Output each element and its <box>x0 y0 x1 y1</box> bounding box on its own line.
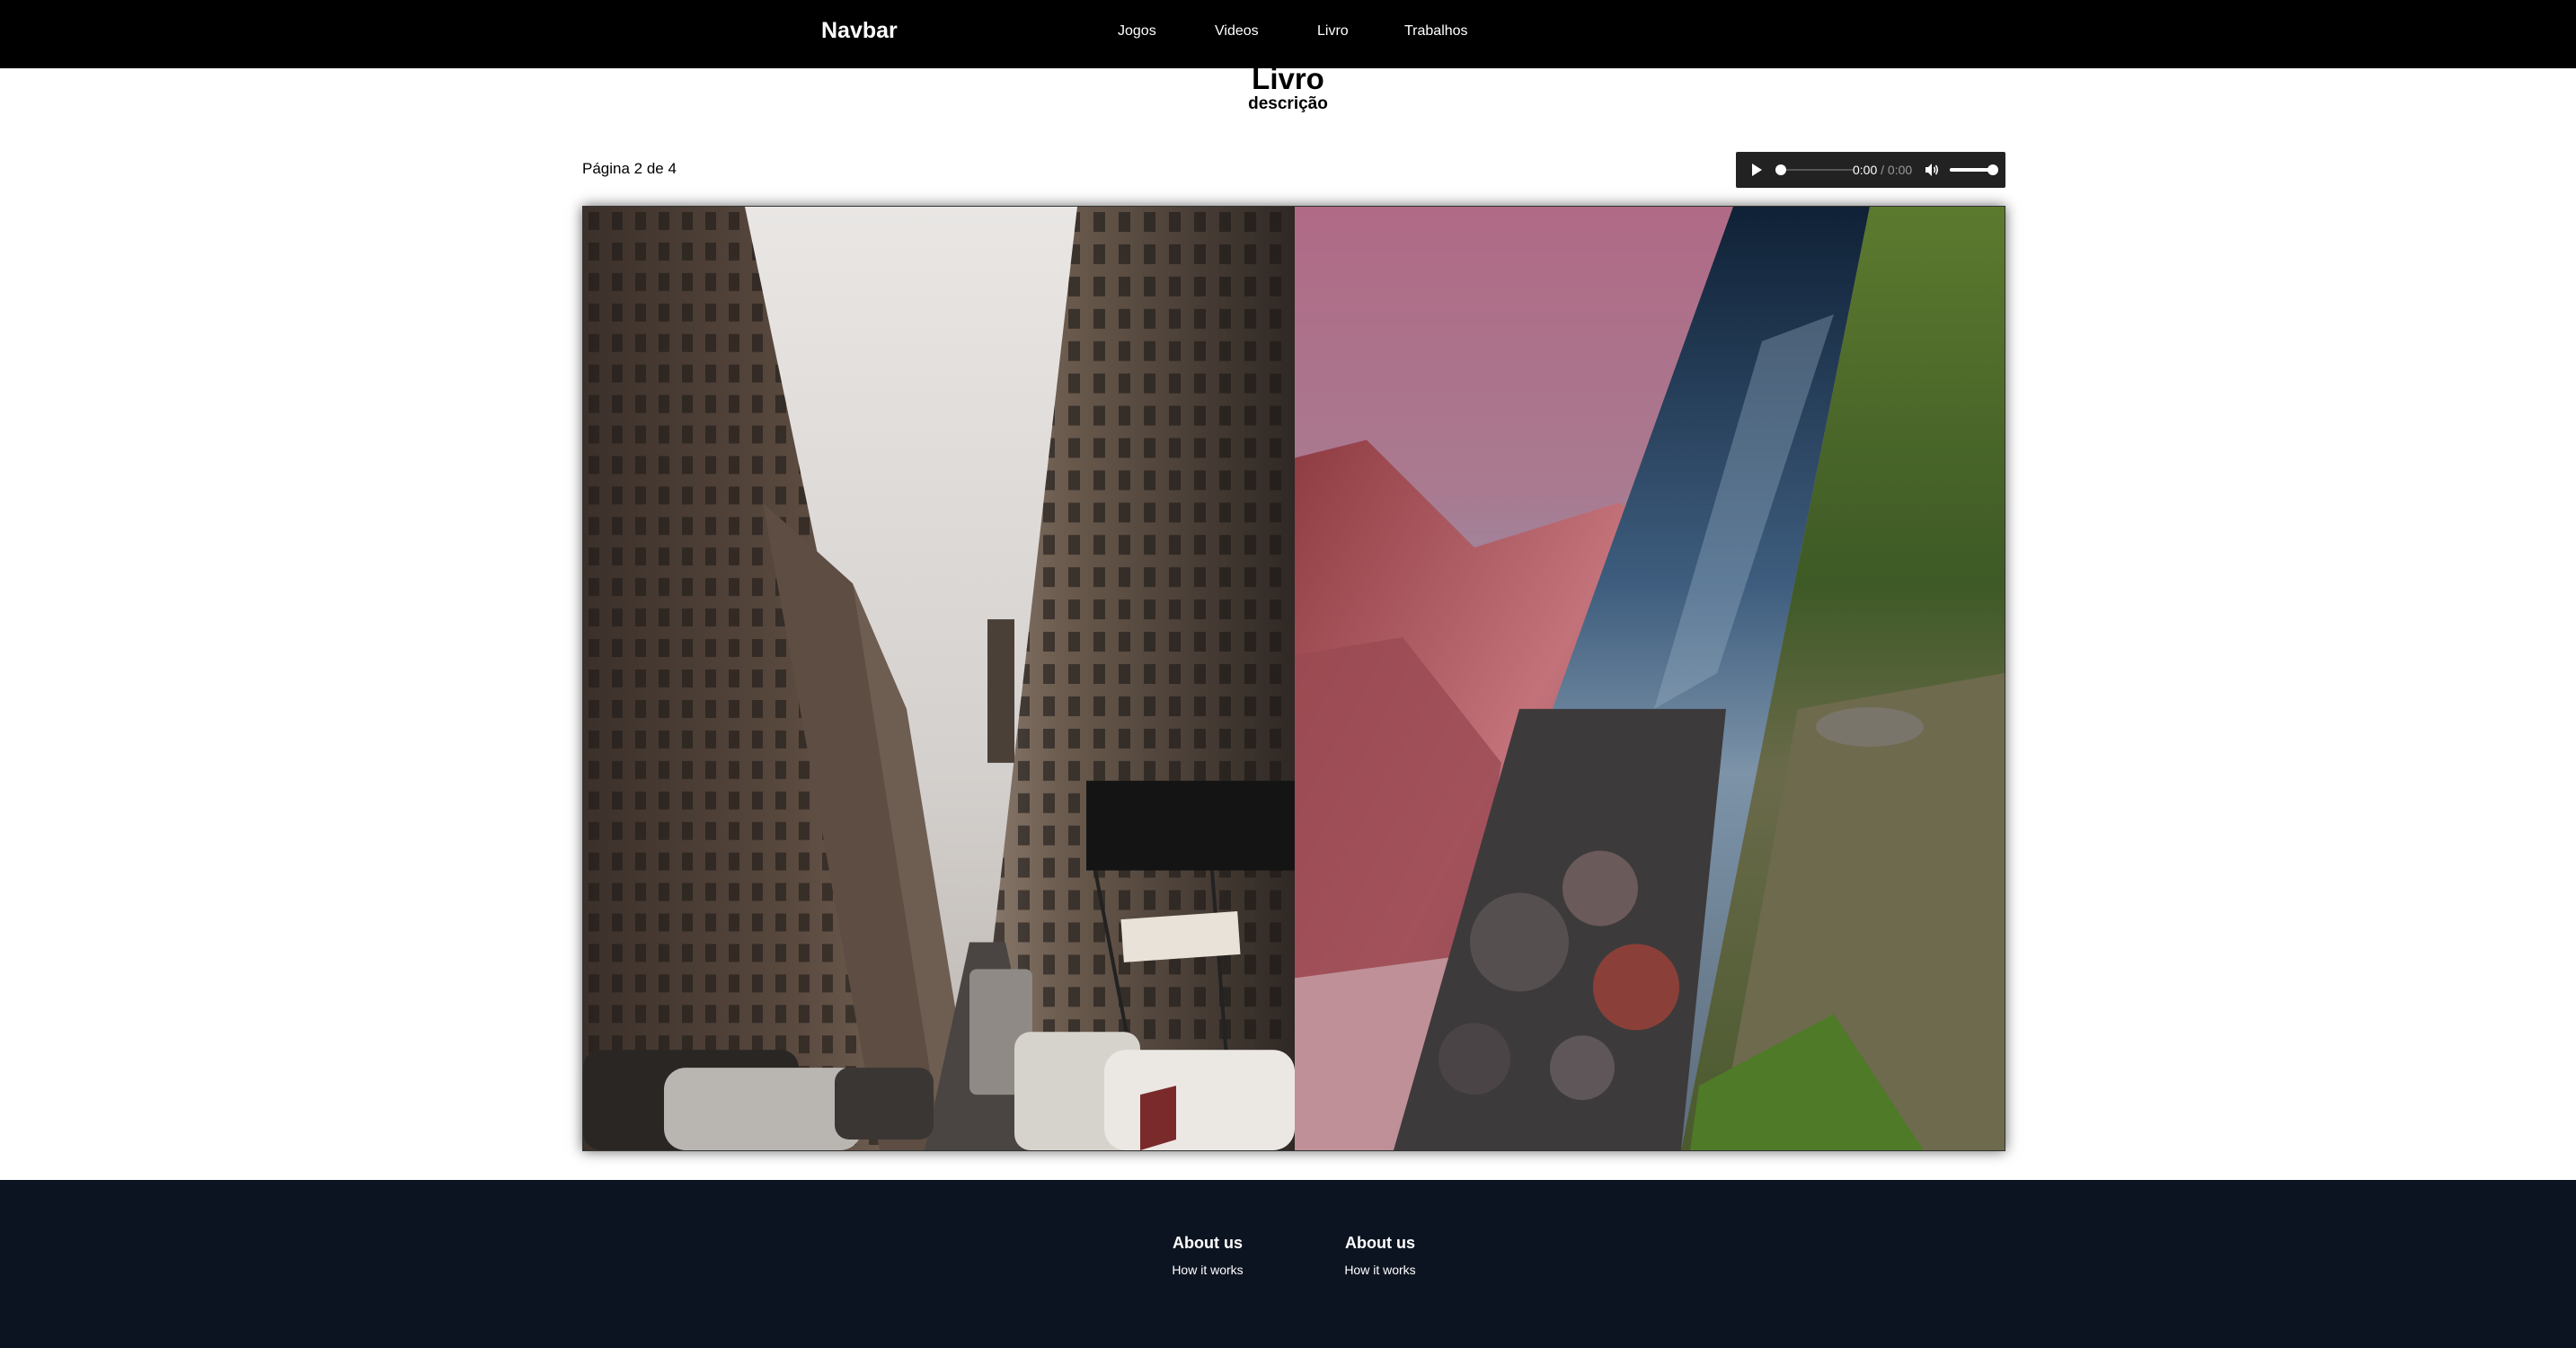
seek-track <box>1781 169 1855 171</box>
play-icon[interactable] <box>1748 162 1765 178</box>
current-time: 0:00 <box>1853 163 1878 177</box>
page-title: Livro <box>1252 62 1324 95</box>
book-page-left[interactable] <box>583 207 1295 1150</box>
navbar-brand[interactable]: Navbar <box>821 16 898 45</box>
landscape-collage-photo <box>1295 207 2005 1150</box>
nav-link-trabalhos[interactable]: Trabalhos <box>1404 22 1468 41</box>
audio-player: 0:00 / 0:00 <box>1736 152 2005 188</box>
volume-icon[interactable] <box>1923 161 1941 179</box>
footer-link-how-it-works[interactable]: How it works <box>1290 1261 1470 1279</box>
volume-slider[interactable] <box>1950 164 1998 175</box>
time-separator: / <box>1877 163 1888 177</box>
city-street-photo <box>583 207 1295 1150</box>
navbar: Navbar Jogos Videos Livro Trabalhos <box>0 0 2576 68</box>
seek-handle[interactable] <box>1775 164 1786 175</box>
volume-handle[interactable] <box>1987 164 1998 175</box>
nav-link-jogos[interactable]: Jogos <box>1118 22 1156 41</box>
footer-column: About us How it works <box>1118 1232 1297 1279</box>
footer-heading: About us <box>1345 1234 1415 1252</box>
book-page-right[interactable] <box>1295 207 2005 1150</box>
footer-column: About us How it works <box>1290 1232 1470 1279</box>
footer: About us How it works About us How it wo… <box>0 1180 2576 1348</box>
page-subtitle: descrição <box>1248 94 1328 113</box>
footer-heading: About us <box>1173 1234 1243 1252</box>
nav-link-videos[interactable]: Videos <box>1215 22 1259 41</box>
footer-link-how-it-works[interactable]: How it works <box>1118 1261 1297 1279</box>
page-indicator: Página 2 de 4 <box>582 160 677 177</box>
nav-link-livro[interactable]: Livro <box>1317 22 1349 41</box>
seek-slider[interactable] <box>1775 164 1855 175</box>
time-display: 0:00 / 0:00 <box>1853 162 1912 178</box>
volume-level <box>1950 168 1993 172</box>
duration: 0:00 <box>1887 163 1913 177</box>
flipbook[interactable] <box>582 206 2005 1151</box>
